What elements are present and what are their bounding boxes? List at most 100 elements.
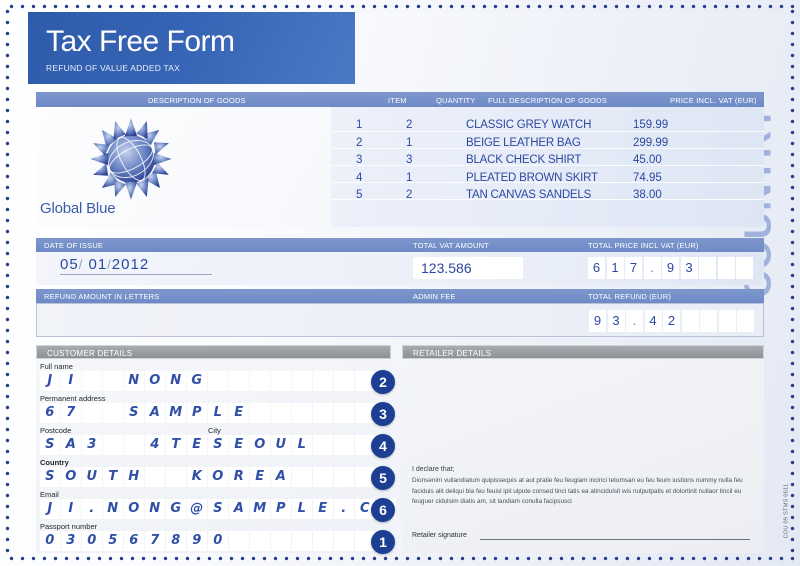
char-cell[interactable]: 3 <box>82 435 102 455</box>
char-cell[interactable]: P <box>271 499 291 519</box>
char-cell[interactable]: 0 <box>82 531 102 551</box>
char-cell[interactable]: E <box>250 467 270 487</box>
char-cell[interactable]: S <box>124 403 144 423</box>
char-cell[interactable] <box>103 403 123 423</box>
char-cell[interactable] <box>313 435 333 455</box>
char-cell[interactable] <box>82 371 102 391</box>
char-cell[interactable] <box>292 371 312 391</box>
digit-cell[interactable]: 7 <box>625 257 642 279</box>
digit-cell[interactable]: . <box>626 310 643 332</box>
char-cell[interactable]: . <box>82 499 102 519</box>
char-cell[interactable] <box>334 403 354 423</box>
char-cell[interactable]: A <box>61 435 81 455</box>
char-cell[interactable] <box>334 531 354 551</box>
char-cell[interactable] <box>145 467 165 487</box>
char-cell[interactable]: T <box>103 467 123 487</box>
char-cell[interactable]: M <box>166 403 186 423</box>
digit-cell[interactable] <box>736 257 753 279</box>
field-cells[interactable]: 030567890 <box>40 531 375 551</box>
char-cell[interactable] <box>292 467 312 487</box>
field-cells[interactable]: 67 SAMPLE <box>40 403 375 423</box>
char-cell[interactable] <box>103 435 123 455</box>
char-cell[interactable]: . <box>334 499 354 519</box>
char-cell[interactable] <box>229 531 249 551</box>
digit-cell[interactable] <box>717 257 735 279</box>
char-cell[interactable]: N <box>166 371 186 391</box>
char-cell[interactable] <box>250 531 270 551</box>
char-cell[interactable]: G <box>187 371 207 391</box>
digit-cell[interactable]: 2 <box>663 310 680 332</box>
char-cell[interactable]: N <box>124 371 144 391</box>
char-cell[interactable]: O <box>124 499 144 519</box>
char-cell[interactable] <box>166 467 186 487</box>
char-cell[interactable]: E <box>229 435 249 455</box>
char-cell[interactable]: P <box>187 403 207 423</box>
char-cell[interactable]: O <box>250 435 270 455</box>
char-cell[interactable] <box>250 371 270 391</box>
char-cell[interactable]: J <box>40 499 60 519</box>
char-cell[interactable] <box>229 371 249 391</box>
char-cell[interactable] <box>292 531 312 551</box>
char-cell[interactable]: L <box>292 499 312 519</box>
char-cell[interactable]: H <box>124 467 144 487</box>
char-cell[interactable]: S <box>208 499 228 519</box>
char-cell[interactable]: 4 <box>145 435 165 455</box>
char-cell[interactable]: I <box>61 499 81 519</box>
char-cell[interactable]: I <box>61 371 81 391</box>
char-cell[interactable] <box>313 371 333 391</box>
digit-cell[interactable]: 9 <box>662 257 679 279</box>
char-cell[interactable]: 0 <box>40 531 60 551</box>
field-cells[interactable]: SA34TESEOUL <box>40 435 375 455</box>
digit-cell[interactable] <box>737 310 754 332</box>
char-cell[interactable] <box>313 531 333 551</box>
char-cell[interactable]: U <box>271 435 291 455</box>
total-price-cells[interactable]: 6 1 7 . 9 3 <box>588 257 753 279</box>
digit-cell[interactable] <box>700 310 717 332</box>
char-cell[interactable]: A <box>145 403 165 423</box>
char-cell[interactable]: O <box>61 467 81 487</box>
total-refund-cells[interactable]: 9 3 . 4 2 <box>589 310 754 332</box>
char-cell[interactable]: 3 <box>61 531 81 551</box>
total-vat-amount-value[interactable]: 123.586 <box>413 257 523 279</box>
char-cell[interactable] <box>124 435 144 455</box>
char-cell[interactable] <box>334 435 354 455</box>
char-cell[interactable]: O <box>145 371 165 391</box>
digit-cell[interactable]: 9 <box>589 310 606 332</box>
digit-cell[interactable] <box>718 310 736 332</box>
char-cell[interactable] <box>250 403 270 423</box>
digit-cell[interactable] <box>681 310 699 332</box>
char-cell[interactable]: 5 <box>103 531 123 551</box>
digit-cell[interactable] <box>699 257 716 279</box>
char-cell[interactable]: 6 <box>124 531 144 551</box>
digit-cell[interactable]: 3 <box>607 310 625 332</box>
char-cell[interactable] <box>271 403 291 423</box>
char-cell[interactable] <box>271 531 291 551</box>
char-cell[interactable]: E <box>313 499 333 519</box>
char-cell[interactable]: S <box>40 435 60 455</box>
char-cell[interactable]: 7 <box>61 403 81 423</box>
char-cell[interactable]: M <box>250 499 270 519</box>
char-cell[interactable] <box>334 371 354 391</box>
date-of-issue-value[interactable]: 05/ 01/2012 <box>60 256 212 275</box>
char-cell[interactable]: 8 <box>166 531 186 551</box>
char-cell[interactable]: N <box>103 499 123 519</box>
digit-cell[interactable]: 4 <box>644 310 662 332</box>
char-cell[interactable]: 0 <box>208 531 228 551</box>
char-cell[interactable]: R <box>229 467 249 487</box>
retailer-signature-line[interactable] <box>480 539 750 540</box>
char-cell[interactable]: A <box>271 467 291 487</box>
char-cell[interactable]: J <box>40 371 60 391</box>
char-cell[interactable]: S <box>208 435 228 455</box>
char-cell[interactable] <box>292 403 312 423</box>
digit-cell[interactable]: 3 <box>680 257 698 279</box>
field-cells[interactable]: SOUTHKOREA <box>40 467 375 487</box>
char-cell[interactable]: U <box>82 467 102 487</box>
char-cell[interactable]: G <box>166 499 186 519</box>
char-cell[interactable]: @ <box>187 499 207 519</box>
field-cells[interactable]: JINONG <box>40 371 375 391</box>
char-cell[interactable]: A <box>229 499 249 519</box>
char-cell[interactable]: O <box>208 467 228 487</box>
char-cell[interactable] <box>103 371 123 391</box>
char-cell[interactable] <box>334 467 354 487</box>
char-cell[interactable]: E <box>187 435 207 455</box>
